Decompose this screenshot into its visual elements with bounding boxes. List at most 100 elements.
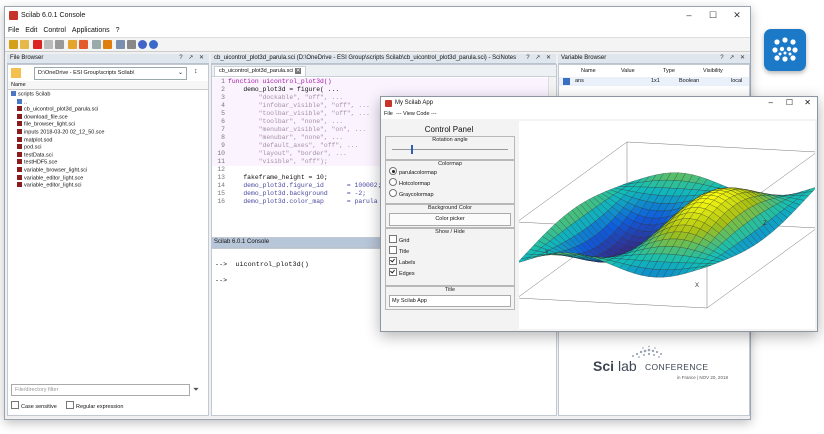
xcos-icon[interactable] [103,40,112,49]
colormap-option-parula[interactable]: parulacolormap [386,167,514,178]
line-number: 15 [217,190,225,197]
rotation-slider-handle[interactable] [411,145,413,154]
line-number: 3 [221,94,225,101]
panel-controls[interactable]: ? ↗ ✕ [179,54,206,63]
checkbox[interactable] [389,246,397,254]
line-number: 11 [217,158,225,165]
close-button[interactable]: ✕ [728,10,746,21]
module-manager-icon[interactable] [116,40,125,49]
variable-type: Boolean [679,78,700,84]
checkbox[interactable] [389,268,397,276]
table-row[interactable]: ans 1x1 Boolean local [559,77,749,86]
color-picker-button[interactable]: Color picker [389,213,511,226]
list-item[interactable]: pod.sci [11,144,201,152]
new-file-icon[interactable] [9,40,18,49]
column-header[interactable]: Name [581,67,596,76]
plot-3d-area[interactable]: X Y Z [516,121,817,329]
paste-icon[interactable] [55,40,64,49]
code-text: "infobar_visible", "off", ... [228,102,370,109]
column-header[interactable]: Visibility [703,67,723,76]
filter-icon[interactable]: ⏷ [190,384,202,395]
panel-controls[interactable]: ? ↗ ✕ [523,54,553,63]
path-value: D:\OneDrive - ESI Group\scripts Scilab\ [38,70,135,76]
surface-patch [805,186,817,193]
list-item[interactable]: file_browser_light.sci [11,121,201,129]
case-sensitive-checkbox[interactable] [11,401,19,409]
toggle-labels[interactable]: Labels [386,257,514,268]
radio-button[interactable] [389,189,397,197]
copy-icon[interactable] [44,40,53,49]
rotation-slider-track[interactable] [392,149,508,150]
file-browser-title: File Browser ? ↗ ✕ [7,54,209,64]
surface-plot: X Y Z [516,141,817,309]
change-dir-icon[interactable] [68,40,77,49]
list-item[interactable]: testData.sci [11,151,201,160]
app-menu-file[interactable]: File [384,110,393,119]
list-item[interactable]: testHDF5.sce [11,159,201,167]
regex-option[interactable]: Regular expression [66,401,123,410]
panel-controls[interactable]: ? ↗ ✕ [720,54,747,63]
colormap-option-gray[interactable]: Graycolormap [386,189,514,200]
close-icon[interactable]: ✕ [294,68,302,74]
minimize-button[interactable]: – [769,98,773,107]
case-sensitive-option[interactable]: Case sensitive [11,401,57,410]
cut-icon[interactable] [33,40,42,49]
menu-file[interactable]: File [5,25,22,36]
file-icon [17,151,22,157]
checkbox[interactable] [389,235,397,243]
print-icon[interactable] [92,40,101,49]
chevron-down-icon[interactable]: ⌄ [178,68,183,79]
list-item[interactable]: cb_uicontrol_plot3d_parula.sci [11,106,201,114]
list-item[interactable]: inputs 2018-03-20 02_12_50.sce [11,128,201,137]
menu-control[interactable]: Control [40,25,69,36]
radio-button[interactable] [389,167,397,175]
list-item[interactable]: variable_browser_light.sci [11,166,201,175]
name-column-header[interactable]: Name [8,81,208,90]
colormap-option-hot[interactable]: Hotcolormap [386,178,514,189]
toggle-grid[interactable]: Grid [386,235,514,246]
list-item[interactable]: variable_editor_light.sci [11,182,201,190]
tools-icon[interactable] [127,40,136,49]
line-number: 10 [217,150,225,157]
title-group: Title My Scilab App [385,286,515,310]
tree-root[interactable]: scripts Scilab [11,91,201,99]
code-line: 1 function uicontrol_plot3d() [212,78,548,86]
editor-tab[interactable]: cb_uicontrol_plot3d_parula.sci ✕ [214,66,307,77]
file-icon [17,144,22,150]
path-combobox[interactable]: D:\OneDrive - ESI Group\scripts Scilab\ … [34,67,187,80]
menu-applications[interactable]: Applications [69,25,113,36]
regex-checkbox[interactable] [66,401,74,409]
scinotes-icon[interactable] [79,40,88,49]
rotation-label: Rotation angle [432,137,468,143]
list-item[interactable]: download_file.sce [11,113,201,122]
list-item[interactable]: variable_editor_light.sce [11,174,201,183]
web-icon[interactable] [138,40,147,49]
toggle-title[interactable]: Title [386,246,514,257]
open-folder-icon[interactable] [20,40,29,49]
menu-edit[interactable]: Edit [22,25,40,36]
app-menu-view-code[interactable]: --- View Code --- [396,110,437,119]
column-header[interactable]: Value [621,67,635,76]
title-input[interactable]: My Scilab App [389,295,511,307]
tree-parent[interactable]: .. [11,98,201,107]
variable-browser-title-text: Variable Browser [561,55,607,61]
title-bar: Scilab 6.0.1 Console – ☐ ✕ [5,7,750,25]
go-up-icon[interactable]: ↕ [194,68,202,76]
line-number: 6 [221,118,225,125]
radio-button[interactable] [389,178,397,186]
help-icon[interactable] [149,40,158,49]
column-header[interactable]: Type [663,67,675,76]
case-sensitive-label: Case sensitive [21,404,57,410]
app-title-bar: My Scilab App – ☐ ✕ [381,97,817,110]
option-label: Hotcolormap [399,181,431,187]
close-button[interactable]: ✕ [804,98,811,107]
maximize-button[interactable]: ☐ [786,98,793,107]
minimize-button[interactable]: – [680,10,698,20]
folder-icon [11,91,16,96]
maximize-button[interactable]: ☐ [704,10,722,21]
file-filter-input[interactable]: File/directory filter [11,384,190,396]
checkbox[interactable] [389,257,397,265]
list-item[interactable]: matplot.sod [11,136,201,145]
toggle-edges[interactable]: Edges [386,268,514,279]
menu-help[interactable]: ? [113,25,123,36]
